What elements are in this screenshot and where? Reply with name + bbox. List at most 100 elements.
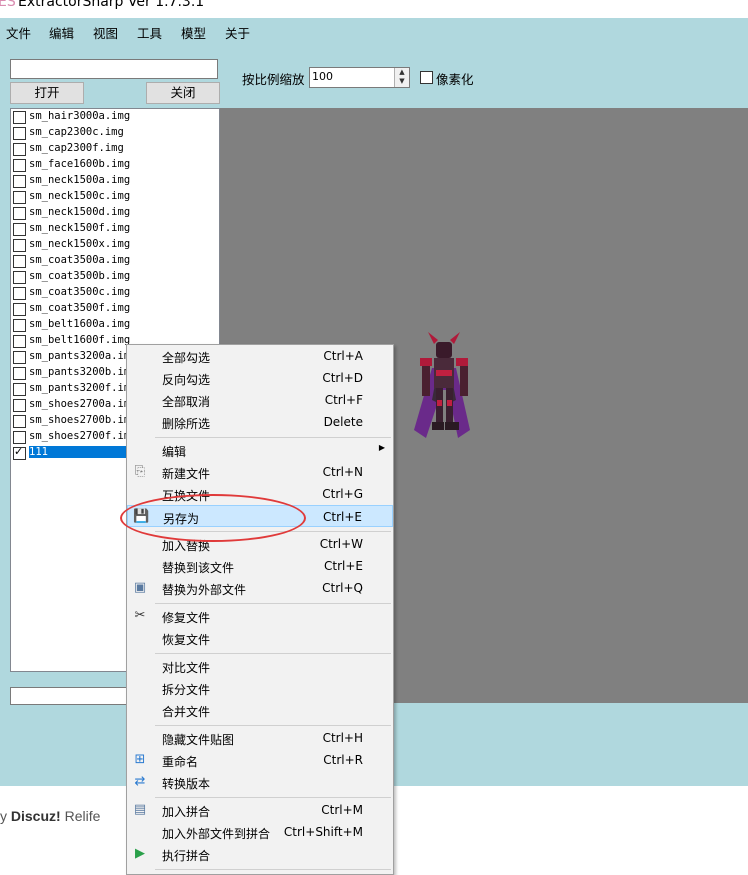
context-menu-item[interactable]: 拆分文件 bbox=[127, 677, 393, 699]
file-checkbox[interactable] bbox=[13, 287, 26, 300]
window-title: ExtractorSharp Ver 1.7.3.1 bbox=[18, 0, 205, 10]
list-item[interactable]: sm_coat3500a.img bbox=[11, 253, 219, 269]
context-menu-item[interactable]: ▤ 加入拼合 Ctrl+M bbox=[127, 799, 393, 821]
context-menu-item[interactable]: 替换到该文件 Ctrl+E bbox=[127, 555, 393, 577]
menu-separator bbox=[155, 603, 391, 604]
menu-separator bbox=[155, 797, 391, 798]
context-menu-shortcut: Delete bbox=[323, 415, 363, 429]
context-menu-item[interactable]: 加入外部文件到拼合 Ctrl+Shift+M bbox=[127, 821, 393, 843]
file-checkbox[interactable] bbox=[13, 335, 26, 348]
annotation-circle bbox=[120, 494, 306, 542]
context-menu-shortcut: Ctrl+W bbox=[319, 537, 363, 551]
play-icon: ▶ bbox=[135, 846, 145, 861]
context-menu-item[interactable]: 隐藏文件贴图 Ctrl+H bbox=[127, 727, 393, 749]
file-checkbox[interactable] bbox=[13, 431, 26, 444]
context-menu: 全部勾选 Ctrl+A 反向勾选 Ctrl+D 全部取消 Ctrl+F 删除所选 Delete… bbox=[126, 344, 394, 875]
menu-about[interactable]: 关于 bbox=[225, 23, 250, 42]
status-input[interactable] bbox=[10, 687, 128, 705]
context-menu-shortcut: Ctrl+G bbox=[322, 487, 363, 501]
list-item[interactable]: sm_belt1600a.img bbox=[11, 317, 219, 333]
stepper-down-icon[interactable]: ▼ bbox=[395, 77, 409, 86]
file-checkbox[interactable] bbox=[13, 271, 26, 284]
file-checkbox[interactable] bbox=[13, 351, 26, 364]
context-menu-item[interactable]: ⇄ 转换版本 bbox=[127, 771, 393, 793]
context-menu-item-label: 替换到该文件 bbox=[162, 561, 235, 575]
file-name: sm_belt1600f.img bbox=[29, 334, 131, 346]
file-checkbox[interactable] bbox=[13, 143, 26, 156]
menu-file[interactable]: 文件 bbox=[6, 23, 31, 42]
context-menu-item[interactable]: ⎘ 新建文件 Ctrl+N bbox=[127, 461, 393, 483]
context-menu-item[interactable]: 全部勾选 Ctrl+A bbox=[127, 345, 393, 367]
file-checkbox[interactable] bbox=[13, 445, 26, 460]
context-menu-item-label: 执行拼合 bbox=[162, 849, 211, 863]
menu-separator bbox=[155, 437, 391, 438]
file-name: sm_neck1500d.img bbox=[29, 206, 131, 218]
tools-icon: ✂ bbox=[134, 608, 146, 623]
list-item[interactable]: sm_coat3500c.img bbox=[11, 285, 219, 301]
file-checkbox[interactable] bbox=[13, 127, 26, 140]
file-checkbox[interactable] bbox=[13, 415, 26, 428]
list-item[interactable]: sm_coat3500b.img bbox=[11, 269, 219, 285]
context-menu-item[interactable]: ▣ 替换为外部文件 Ctrl+Q bbox=[127, 577, 393, 599]
file-checkbox[interactable] bbox=[13, 367, 26, 380]
context-menu-item-label: 全部取消 bbox=[162, 395, 211, 409]
menu-edit[interactable]: 编辑 bbox=[49, 23, 74, 42]
file-checkbox[interactable] bbox=[13, 239, 26, 252]
context-menu-item[interactable]: ▶ 执行拼合 bbox=[127, 843, 393, 865]
file-checkbox[interactable] bbox=[13, 111, 26, 124]
app-logo-icon: ES bbox=[0, 0, 16, 10]
zoom-stepper[interactable]: 100 ▲ ▼ bbox=[309, 67, 410, 88]
context-menu-item-label: 拆分文件 bbox=[162, 683, 211, 697]
pixelate-checkbox[interactable] bbox=[420, 71, 433, 84]
file-checkbox[interactable] bbox=[13, 191, 26, 204]
file-checkbox[interactable] bbox=[13, 399, 26, 412]
file-checkbox[interactable] bbox=[13, 159, 26, 172]
file-name: sm_pants3200f.img bbox=[29, 382, 137, 394]
file-name: sm_coat3500f.img bbox=[29, 302, 131, 314]
zoom-stepper-arrows[interactable]: ▲ ▼ bbox=[394, 68, 409, 87]
list-item[interactable]: sm_cap2300c.img bbox=[11, 125, 219, 141]
context-menu-item[interactable]: 反向勾选 Ctrl+D bbox=[127, 367, 393, 389]
stepper-up-icon[interactable]: ▲ bbox=[395, 68, 409, 77]
list-item[interactable]: sm_coat3500f.img bbox=[11, 301, 219, 317]
list-item[interactable]: sm_neck1500c.img bbox=[11, 189, 219, 205]
file-checkbox[interactable] bbox=[13, 223, 26, 236]
list-item[interactable]: sm_neck1500f.img bbox=[11, 221, 219, 237]
close-button[interactable]: 关闭 bbox=[146, 82, 220, 104]
context-menu-item[interactable]: 删除所选 Delete bbox=[127, 411, 393, 433]
file-name: sm_neck1500f.img bbox=[29, 222, 131, 234]
pixelate-label: 像素化 bbox=[436, 72, 474, 87]
context-menu-item[interactable]: ⊞ 重命名 Ctrl+R bbox=[127, 749, 393, 771]
file-checkbox[interactable] bbox=[13, 207, 26, 220]
context-menu-item[interactable]: 恢复文件 bbox=[127, 627, 393, 649]
list-item[interactable]: sm_neck1500d.img bbox=[11, 205, 219, 221]
file-checkbox[interactable] bbox=[13, 255, 26, 268]
file-name: sm_shoes2700b.img bbox=[29, 414, 137, 426]
file-checkbox[interactable] bbox=[13, 175, 26, 188]
context-menu-item-label: 重命名 bbox=[162, 755, 199, 769]
list-item[interactable]: sm_cap2300f.img bbox=[11, 141, 219, 157]
file-checkbox[interactable] bbox=[13, 383, 26, 396]
menu-model[interactable]: 模型 bbox=[181, 23, 206, 42]
context-menu-item[interactable]: ✂ 修复文件 bbox=[127, 605, 393, 627]
list-item[interactable]: sm_neck1500a.img bbox=[11, 173, 219, 189]
merge-file-icon: ▤ bbox=[133, 802, 147, 817]
file-checkbox[interactable] bbox=[13, 319, 26, 332]
list-item[interactable]: sm_hair3000a.img bbox=[11, 109, 219, 125]
context-menu-item[interactable]: 对比文件 bbox=[127, 655, 393, 677]
open-button[interactable]: 打开 bbox=[10, 82, 84, 104]
file-checkbox[interactable] bbox=[13, 303, 26, 316]
context-menu-item[interactable]: 编辑 ▶ bbox=[127, 439, 393, 461]
context-menu-item[interactable]: 全部取消 Ctrl+F bbox=[127, 389, 393, 411]
list-item[interactable]: sm_face1600b.img bbox=[11, 157, 219, 173]
context-menu-item-label: 加入拼合 bbox=[162, 805, 211, 819]
menu-view[interactable]: 视图 bbox=[93, 23, 118, 42]
image-replace-icon: ▣ bbox=[133, 580, 147, 595]
file-name: sm_cap2300c.img bbox=[29, 126, 124, 138]
path-input[interactable] bbox=[10, 59, 218, 79]
list-item[interactable]: sm_neck1500x.img bbox=[11, 237, 219, 253]
menu-tools[interactable]: 工具 bbox=[137, 23, 162, 42]
menu-separator bbox=[155, 653, 391, 654]
context-menu-item[interactable]: 合并文件 bbox=[127, 699, 393, 721]
context-menu-item-label: 反向勾选 bbox=[162, 373, 211, 387]
